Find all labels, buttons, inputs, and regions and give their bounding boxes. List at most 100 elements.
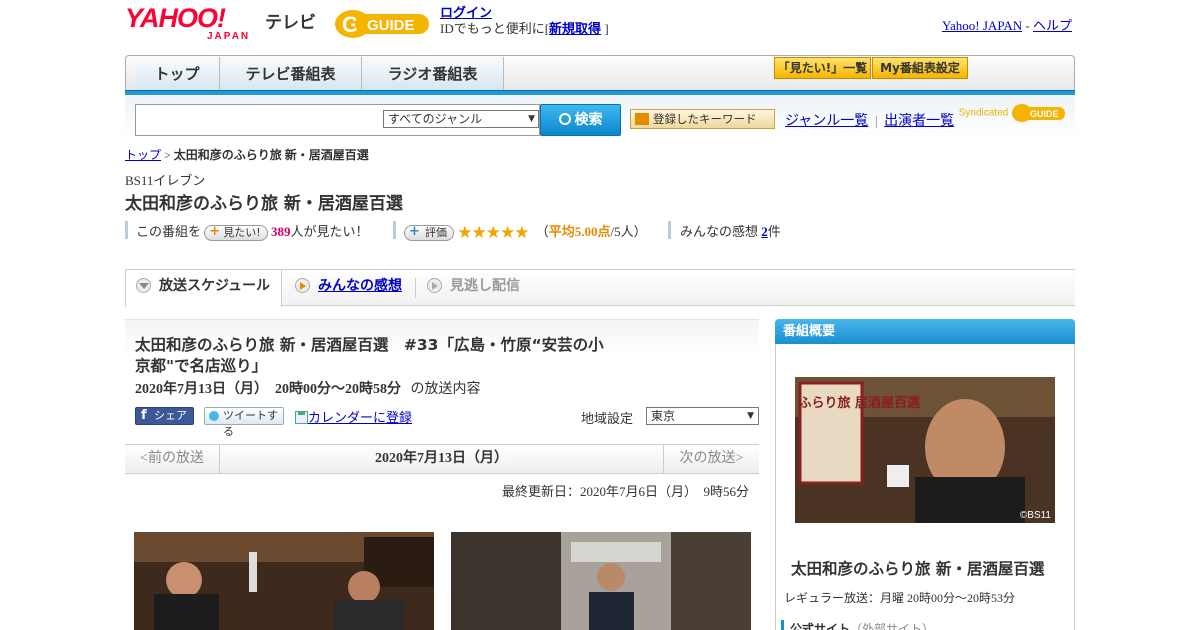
program-stats-row: この番組を + 見たい! 389人が見たい！ + 評価 ★★★★★ （平均5.00点… bbox=[125, 221, 1075, 243]
region-select[interactable]: 東京 ▼ bbox=[646, 407, 759, 425]
login-prompt: IDでもっと便利に[ bbox=[440, 21, 550, 36]
header-links: Yahoo! JAPAN - ヘルプ bbox=[942, 15, 1072, 34]
prev-episode-button[interactable]: <前の放送 bbox=[125, 445, 220, 473]
performer-list-link[interactable]: 出演者一覧 bbox=[884, 114, 954, 129]
rating-stars-icon: ★★★★★ bbox=[457, 223, 529, 243]
genre-list-link[interactable]: ジャンル一覧 bbox=[785, 114, 868, 129]
search-bar: すべてのジャンル ▼ 検索 登録したキーワード ジャンル一覧 | 出演者一覧 S… bbox=[125, 96, 1075, 138]
next-episode-button[interactable]: 次の放送> bbox=[663, 445, 759, 473]
want-list-button[interactable]: 「見たい!」一覧 bbox=[774, 57, 871, 79]
tab-impressions-link[interactable]: みんなの感想 bbox=[318, 278, 402, 294]
play-arrow-icon bbox=[295, 277, 310, 293]
program-overview-box: 太田和彦 ふらり旅 居酒屋百選 ©BS11 太田和彦のふらり旅 新・居酒屋百選 … bbox=[775, 344, 1075, 630]
breadcrumb-current: 太田和彦のふらり旅 新・居酒屋百選 bbox=[173, 148, 369, 162]
episode-datetime-value: 2020年7月13日（月） 20時00分～20時58分 bbox=[135, 382, 401, 397]
calendar-icon bbox=[295, 411, 308, 424]
tab-divider bbox=[415, 278, 416, 298]
share-button-label: シェア bbox=[154, 409, 187, 422]
gguide-small-logo-text: GUIDE bbox=[1030, 109, 1059, 119]
rating-average: 平均5.00点 bbox=[548, 224, 611, 239]
impressions-prefix: みんなの感想 bbox=[680, 224, 759, 239]
facebook-share-button[interactable]: f シェア bbox=[135, 407, 194, 425]
signup-link[interactable]: 新規取得 bbox=[549, 21, 601, 36]
want-suffix: 人が見たい！ bbox=[290, 224, 369, 239]
official-site-note: （外部サイト） bbox=[850, 622, 935, 630]
nav-tab-tv-schedule[interactable]: テレビ番組表 bbox=[220, 57, 362, 91]
my-schedule-button[interactable]: My番組表設定 bbox=[872, 57, 968, 79]
want-prefix: この番組を bbox=[136, 224, 202, 239]
rating-count: /5人） bbox=[610, 224, 647, 239]
rating-button-label: 評価 bbox=[425, 226, 447, 240]
official-site-heading: 公式サイト（外部サイト） bbox=[781, 620, 934, 630]
episode-nav: <前の放送 2020年7月13日（月） 次の放送> bbox=[125, 444, 759, 474]
tv-label[interactable]: テレビ bbox=[265, 8, 316, 33]
episode-title: 太田和彦のふらり旅 新・居酒屋百選 #33「広島・竹原“安芸の小京都"で名店巡り… bbox=[135, 336, 604, 375]
episode-datetime: 2020年7月13日（月） 20時00分～20時58分 の放送内容 bbox=[135, 378, 481, 398]
calendar-link[interactable]: カレンダーに登録 bbox=[308, 410, 412, 425]
breadcrumb: トップ > 太田和彦のふらり旅 新・居酒屋百選 bbox=[125, 146, 369, 163]
tab-schedule-label: 放送スケジュール bbox=[159, 278, 271, 294]
regular-broadcast-info: レギュラー放送：月曜 20時00分～20時53分 bbox=[784, 591, 1016, 605]
twitter-bird-icon bbox=[209, 411, 219, 421]
want-button[interactable]: + 見たい! bbox=[204, 224, 268, 242]
impressions-suffix: 件 bbox=[767, 224, 781, 239]
rating-button[interactable]: + 評価 bbox=[404, 224, 454, 242]
program-thumbnail: 太田和彦 ふらり旅 居酒屋百選 ©BS11 bbox=[795, 377, 1055, 523]
stats-divider bbox=[125, 221, 128, 239]
facebook-icon: f bbox=[141, 408, 147, 423]
login-link[interactable]: ログイン bbox=[440, 5, 492, 20]
header-link-separator: - bbox=[1025, 18, 1030, 33]
tweet-button[interactable]: ツイートする bbox=[204, 407, 284, 438]
plus-icon: + bbox=[409, 224, 420, 240]
gguide-logo[interactable]: G GUIDE bbox=[333, 6, 433, 42]
syndicated-label: Syndicated bbox=[958, 107, 1009, 119]
tab-schedule[interactable]: 放送スケジュール bbox=[125, 270, 282, 307]
search-button[interactable]: 検索 bbox=[540, 104, 621, 136]
stats-divider bbox=[668, 221, 671, 239]
yahoo-logo-text: YAHOO! bbox=[125, 3, 226, 33]
official-site-label: 公式サイト bbox=[790, 622, 851, 630]
breadcrumb-top-link[interactable]: トップ bbox=[125, 148, 161, 162]
tab-missed-label: 見逃し配信 bbox=[450, 278, 520, 294]
dropdown-arrow-icon: ▼ bbox=[528, 114, 535, 124]
tab-impressions[interactable]: みんなの感想 bbox=[295, 270, 402, 305]
last-updated: 最終更新日：2020年7月6日（月） 9時56分 bbox=[501, 484, 749, 499]
region-label: 地域設定 bbox=[581, 411, 634, 426]
stats-divider bbox=[393, 221, 396, 239]
episode-actions: f シェア ツイートする カレンダーに登録 地域設定 東京 ▼ bbox=[135, 407, 759, 438]
syndicated-gguide-badge: Syndicated GUIDE bbox=[959, 102, 1067, 124]
help-link[interactable]: ヘルプ bbox=[1033, 18, 1072, 33]
dropdown-arrow-icon: ▼ bbox=[747, 411, 754, 421]
program-overview-header: 番組概要 bbox=[775, 319, 1075, 344]
page-header: YAHOO! JAPAN テレビ G GUIDE ログイン IDでもっと便利に[… bbox=[125, 0, 1075, 50]
play-arrow-icon bbox=[427, 277, 442, 293]
sidebar-program-title: 太田和彦のふらり旅 新・居酒屋百選 bbox=[791, 560, 1045, 578]
tweet-button-label: ツイートする bbox=[223, 409, 278, 438]
genre-select[interactable]: すべてのジャンル ▼ bbox=[383, 110, 539, 128]
nav-tab-radio-schedule[interactable]: ラジオ番組表 bbox=[362, 57, 504, 91]
main-nav: トップ テレビ番組表 ラジオ番組表 「見たい!」一覧 My番組表設定 bbox=[125, 55, 1075, 93]
plus-icon: + bbox=[209, 224, 221, 240]
chevron-down-icon bbox=[136, 277, 151, 293]
login-box: ログイン IDでもっと便利に[新規取得 ] bbox=[440, 5, 609, 37]
genre-select-value: すべてのジャンル bbox=[388, 112, 483, 126]
registered-keyword-label: 登録したキーワード bbox=[653, 112, 757, 126]
episode-photo bbox=[451, 532, 751, 630]
image-credit: ©BS11 bbox=[1020, 510, 1052, 521]
nav-tab-top[interactable]: トップ bbox=[135, 57, 220, 91]
login-prompt-end: ] bbox=[604, 21, 609, 36]
yahoo-japan-link[interactable]: Yahoo! JAPAN bbox=[942, 18, 1022, 33]
search-button-label: 検索 bbox=[574, 112, 603, 128]
dropdown-icon bbox=[635, 113, 649, 125]
search-icon bbox=[558, 113, 571, 125]
want-button-label: 見たい! bbox=[223, 226, 261, 240]
region-select-value: 東京 bbox=[651, 409, 676, 423]
yahoo-japan-logo[interactable]: YAHOO! JAPAN bbox=[125, 5, 265, 43]
gguide-logo-text: GUIDE bbox=[367, 17, 415, 34]
channel-name: BS11イレブン bbox=[125, 173, 206, 188]
rating-open: （ bbox=[535, 224, 549, 239]
calendar-register[interactable]: カレンダーに登録 bbox=[295, 407, 412, 426]
japan-logo-text: JAPAN bbox=[207, 31, 251, 42]
registered-keyword-button[interactable]: 登録したキーワード bbox=[630, 109, 775, 129]
program-tabs: 放送スケジュール みんなの感想 見逃し配信 bbox=[125, 269, 1075, 307]
